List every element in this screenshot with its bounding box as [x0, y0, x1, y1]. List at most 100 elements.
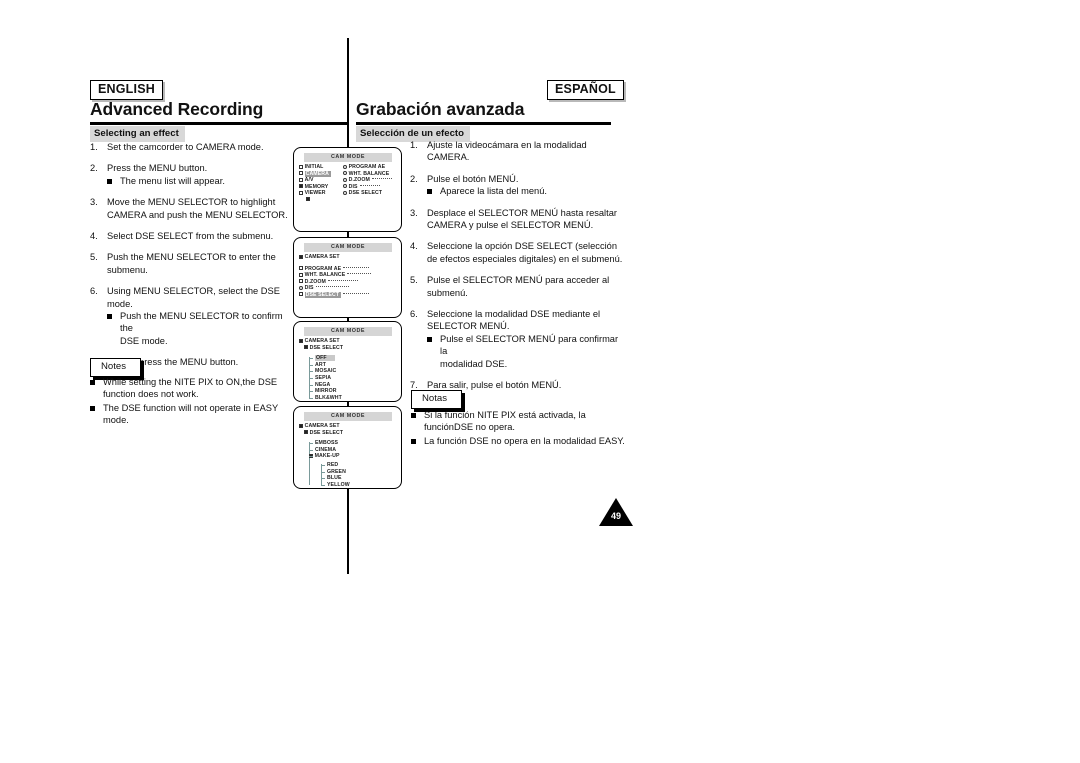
step-text: Pulse el botón MENÚ. [427, 173, 625, 185]
chapter-title-english: Advanced Recording [90, 99, 264, 119]
step-text-line: CAMERA and push the MENU SELECTOR. [107, 209, 288, 220]
menu-marker-filled-icon [309, 453, 313, 458]
instruction-list-spanish: 1. Ajuste la videocámara en la modalidad C… [410, 139, 625, 401]
step-text-line: Seleccione la opción DSE SELECT (selecci… [427, 241, 617, 252]
lcd-menu-row: DSE SELECT [299, 291, 397, 299]
note-item: La función DSE no opera en la modalidad … [411, 435, 636, 447]
lcd-menu-subtitle-row: DSE SELECT [299, 345, 397, 352]
step-text: Select DSE SELECT from the submenu. [107, 230, 295, 242]
menu-bullet-round-icon [299, 285, 303, 290]
lcd-menu-item: DIS [348, 183, 358, 190]
lcd-menu-item: D.ZOOM [348, 177, 370, 184]
menu-box-icon [299, 190, 303, 195]
step-number: 2. [90, 163, 98, 174]
lcd-menu-row: D.ZOOM [299, 279, 397, 286]
note-item: The DSE function will not operate in EAS… [90, 402, 305, 427]
leader-dots [371, 178, 392, 180]
menu-box-icon [299, 266, 303, 271]
step-text: Pulse el SELECTOR MENÚ para acceder al su… [427, 274, 625, 299]
step-number: 4. [410, 241, 418, 252]
step-text-line: de efectos especiales digitales) en el s… [427, 253, 623, 264]
lcd-menu-item: A/V [304, 177, 314, 184]
lcd-menu-cell: D.ZOOM [299, 279, 362, 286]
step-number: 3. [410, 207, 418, 218]
lcd-menu-cell: PROGRAM AE [299, 266, 373, 273]
lcd-menu-item: PROGRAM AE [304, 265, 342, 272]
bullet-square-icon [90, 380, 95, 385]
lcd-menu-title-row: CAMERA SET [299, 254, 397, 261]
instruction-step: 6. Using MENU SELECTOR, select the DSE mo… [90, 285, 295, 347]
lcd-menu-left-cell: A/V [299, 177, 314, 184]
step-text: Seleccione la modalidad DSE mediante el S… [427, 308, 625, 333]
lcd-menu-1: INITIAL PROGRAM AE CAMERA WHT. BALANCE A/V D.… [299, 164, 397, 228]
step-text-line: Ajuste la videocámara en la modalidad [427, 140, 587, 150]
lcd-suboption-item: YELLOW [311, 482, 397, 489]
menu-box-icon [299, 164, 303, 169]
menu-marker-filled-icon [304, 345, 308, 350]
lcd-option-label: OFF [315, 355, 335, 362]
step-text-line: CAMERA. [427, 152, 470, 163]
lcd-menu-item: CAMERA [304, 170, 331, 177]
leader-dots [343, 292, 370, 294]
instruction-step: 1. Set the camcorder to CAMERA mode. [90, 141, 295, 153]
note-item: Si la función NITE PIX está activada, la… [411, 409, 636, 434]
lcd-screen-dse-select: CAM MODE CAMERA SET DSE SELECT OFF ART MOSAI… [293, 321, 402, 402]
instruction-list-english: 1. Set the camcorder to CAMERA mode. 2. Pre… [90, 141, 295, 378]
instruction-step: 3. Desplace el SELECTOR MENÚ hasta resalt… [410, 207, 625, 232]
lcd-option-item: NEGA [299, 382, 397, 389]
leader-dots [343, 266, 370, 268]
lcd-screen-dse-select-page2: CAM MODE CAMERA SET DSE SELECT EMBOSS CINEM… [293, 406, 402, 489]
lcd-screen-camera-set: CAM MODE CAMERA SET PROGRAM AE WHT. BALANC… [293, 237, 402, 318]
step-text: Move the MENU SELECTOR to highlight CAMER… [107, 196, 295, 221]
lcd-suboption-tree: RED GREEN BLUE YELLOW [311, 462, 397, 488]
step-bullet-list: Pulse el SELECTOR MENÚ para confirmar la… [427, 333, 625, 370]
instruction-step: 2. Press the MENU button. The menu list wi… [90, 162, 295, 187]
lcd-option-item: MIRROR [299, 388, 397, 395]
lcd-option-label: NEGA [315, 381, 331, 388]
lcd-suboption-item: GREEN [311, 469, 397, 476]
step-number: 1. [90, 142, 98, 152]
step-text-line: Pulse el SELECTOR MENÚ para acceder al [427, 275, 610, 286]
lcd-suboption-label: RED [327, 461, 339, 468]
lcd-menu-item: MEMORY [304, 183, 329, 190]
lcd-option-item: ART [299, 362, 397, 369]
page-number-marker: 49 [599, 498, 633, 526]
lcd-option-item: MOSAIC [299, 368, 397, 375]
menu-box-icon [299, 171, 303, 176]
leader-dots [347, 273, 372, 275]
bullet-square-icon [411, 413, 416, 418]
lcd-menu-title: CAMERA SET [304, 254, 340, 260]
bullet-text-line: Aparece la lista del menú. [440, 186, 547, 197]
lcd-suboption-label: YELLOW [327, 481, 350, 488]
bullet-text-line: The menu list will appear. [120, 175, 225, 186]
lcd-menu-item: DSE SELECT [348, 190, 383, 197]
lcd-exit-marker-icon [299, 197, 312, 204]
lcd-menu-left-cell: CAMERA [299, 170, 331, 178]
lcd-option-label: CINEMA [315, 446, 337, 453]
language-badge-spanish: ESPAÑOL [547, 80, 624, 100]
lcd-option-tree: EMBOSS CINEMA MAKE-UP RED GREEN BLUE YELLOW [299, 440, 397, 488]
lcd-menu-right-cell: PROGRAM AE [343, 164, 385, 171]
step-text-line: Desplace el SELECTOR MENÚ hasta resaltar [427, 207, 617, 218]
step-number: 2. [410, 173, 418, 184]
menu-box-icon [299, 177, 303, 182]
language-badge-english: ENGLISH [90, 80, 163, 100]
lcd-menu-row: CAMERA WHT. BALANCE [299, 170, 397, 178]
step-text: Desplace el SELECTOR MENÚ hasta resaltar… [427, 207, 625, 232]
leader-dots [327, 279, 358, 281]
lcd-menu-3: CAMERA SET DSE SELECT OFF ART MOSAIC SEPIA NEG… [299, 338, 397, 401]
lcd-menu-item: D.ZOOM [304, 278, 326, 285]
step-text: Set the camcorder to CAMERA mode. [107, 141, 295, 153]
step-text-line: Move the MENU SELECTOR to highlight [107, 197, 276, 208]
instruction-step: 4. Select DSE SELECT from the submenu. [90, 230, 295, 242]
notes-list-english: While setting the NITE PIX to ON,the DSE… [90, 376, 305, 428]
section-heading-english: Selecting an effect [90, 126, 185, 142]
lcd-suboption-label: BLUE [327, 475, 342, 482]
lcd-menu-row: WHT. BALANCE [299, 272, 397, 279]
lcd-menu-item: DIS [304, 285, 314, 292]
step-text-line: Set the camcorder to CAMERA mode. [107, 142, 264, 152]
lcd-menu-subtitle-row: DSE SELECT [299, 430, 397, 437]
step-bullet-list: Push the MENU SELECTOR to confirm the DSE… [107, 310, 295, 347]
step-text-line: SELECTOR MENÚ. [427, 321, 510, 332]
lcd-suboption-item: BLUE [311, 475, 397, 482]
